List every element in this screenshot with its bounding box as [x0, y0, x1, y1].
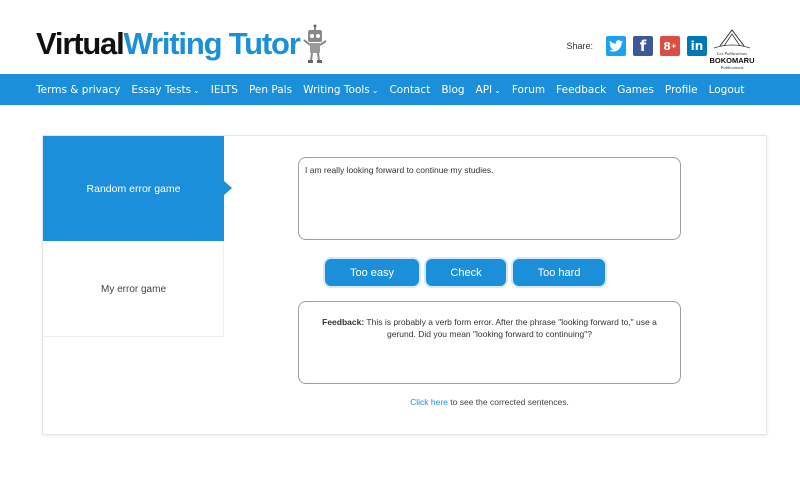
nav-item-label: Pen Pals	[248, 83, 293, 96]
site-header: Virtual Writing Tutor Share: f 8 + in Le…	[0, 0, 800, 74]
chevron-down-icon: ⌄	[371, 85, 379, 95]
feedback-label: Feedback:	[322, 317, 365, 327]
too-easy-button[interactable]: Too easy	[323, 257, 421, 288]
click-here-link[interactable]: Click here	[410, 397, 448, 407]
feedback-box: Feedback: This is probably a verb form e…	[298, 301, 681, 384]
nav-item-label: Profile	[664, 83, 698, 96]
sentence-text: I am really looking forward to continue …	[305, 165, 494, 175]
nav-item-writing-tools[interactable]: Writing Tools ⌄	[303, 84, 378, 96]
nav-item-games[interactable]: Games	[617, 84, 654, 96]
nav-item-essay-tests[interactable]: Essay Tests ⌄	[131, 84, 199, 96]
sidebar-item-label: Random error game	[86, 182, 181, 195]
site-logo[interactable]: Virtual Writing Tutor	[36, 24, 328, 64]
sidebar-item-label: My error game	[100, 283, 166, 295]
game-sidebar: Random error game My error game	[43, 136, 232, 337]
chevron-down-icon: ⌄	[193, 85, 200, 95]
robot-icon	[302, 24, 327, 63]
twitter-icon[interactable]	[606, 36, 626, 56]
nav-item-label: Games	[617, 83, 654, 96]
nav-item-logout[interactable]: Logout	[709, 84, 745, 96]
nav-item-label: Terms & privacy	[36, 83, 121, 96]
nav-item-label: Essay Tests	[131, 83, 192, 96]
click-here-rest: to see the corrected sentences.	[447, 397, 569, 407]
nav-item-contact[interactable]: Contact	[389, 84, 430, 96]
game-panel: Random error game My error game I am rea…	[42, 135, 767, 435]
publisher-logo[interactable]: Les Publications BOKOMARU Publications	[704, 26, 760, 72]
difficulty-buttons: Too easy Check Too hard	[323, 257, 610, 288]
nav-item-feedback[interactable]: Feedback	[556, 84, 606, 96]
nav-item-label: Blog	[441, 83, 465, 96]
publisher-line-2: BOKOMARU	[710, 56, 755, 65]
logo-text-virtual: Virtual	[36, 26, 125, 61]
nav-item-label: Logout	[708, 83, 745, 96]
facebook-icon[interactable]: f	[633, 36, 653, 56]
logo-text-writing-tutor: Writing Tutor	[123, 26, 301, 61]
main-nav: Terms & privacy Essay Tests ⌄ IELTS Pen Pals…	[0, 74, 800, 105]
sidebar-item-random-error-game[interactable]: Random error game	[43, 136, 232, 241]
nav-item-label: Writing Tools	[303, 83, 370, 96]
sidebar-item-my-error-game[interactable]: My error game	[43, 241, 224, 337]
nav-item-ielts[interactable]: IELTS	[211, 84, 238, 96]
nav-item-label: Feedback	[556, 83, 607, 96]
too-hard-button[interactable]: Too hard	[511, 257, 607, 288]
nav-item-blog[interactable]: Blog	[441, 84, 464, 96]
nav-item-profile[interactable]: Profile	[665, 84, 698, 96]
nav-item-forum[interactable]: Forum	[512, 84, 545, 96]
share-bar: Share: f 8 + in	[566, 36, 707, 56]
chevron-down-icon: ⌄	[494, 85, 501, 95]
sentence-textarea[interactable]: I am really looking forward to continue …	[298, 157, 681, 240]
feedback-text: This is probably a verb form error. Afte…	[364, 317, 657, 339]
check-button[interactable]: Check	[424, 257, 508, 288]
share-label: Share:	[566, 41, 593, 51]
publisher-line-3: Publications	[720, 65, 744, 70]
nav-item-label: API	[475, 83, 493, 96]
nav-item-label: Forum	[511, 83, 546, 96]
google-plus-icon[interactable]: 8 +	[660, 36, 680, 56]
nav-item-api[interactable]: API ⌄	[476, 84, 501, 96]
nav-item-label: IELTS	[210, 83, 238, 96]
corrected-sentences-line: Click here to see the corrected sentence…	[298, 397, 681, 407]
nav-item-label: Contact	[389, 83, 431, 96]
nav-item-pen-pals[interactable]: Pen Pals	[249, 84, 292, 96]
nav-item-terms-privacy[interactable]: Terms & privacy	[36, 84, 120, 96]
